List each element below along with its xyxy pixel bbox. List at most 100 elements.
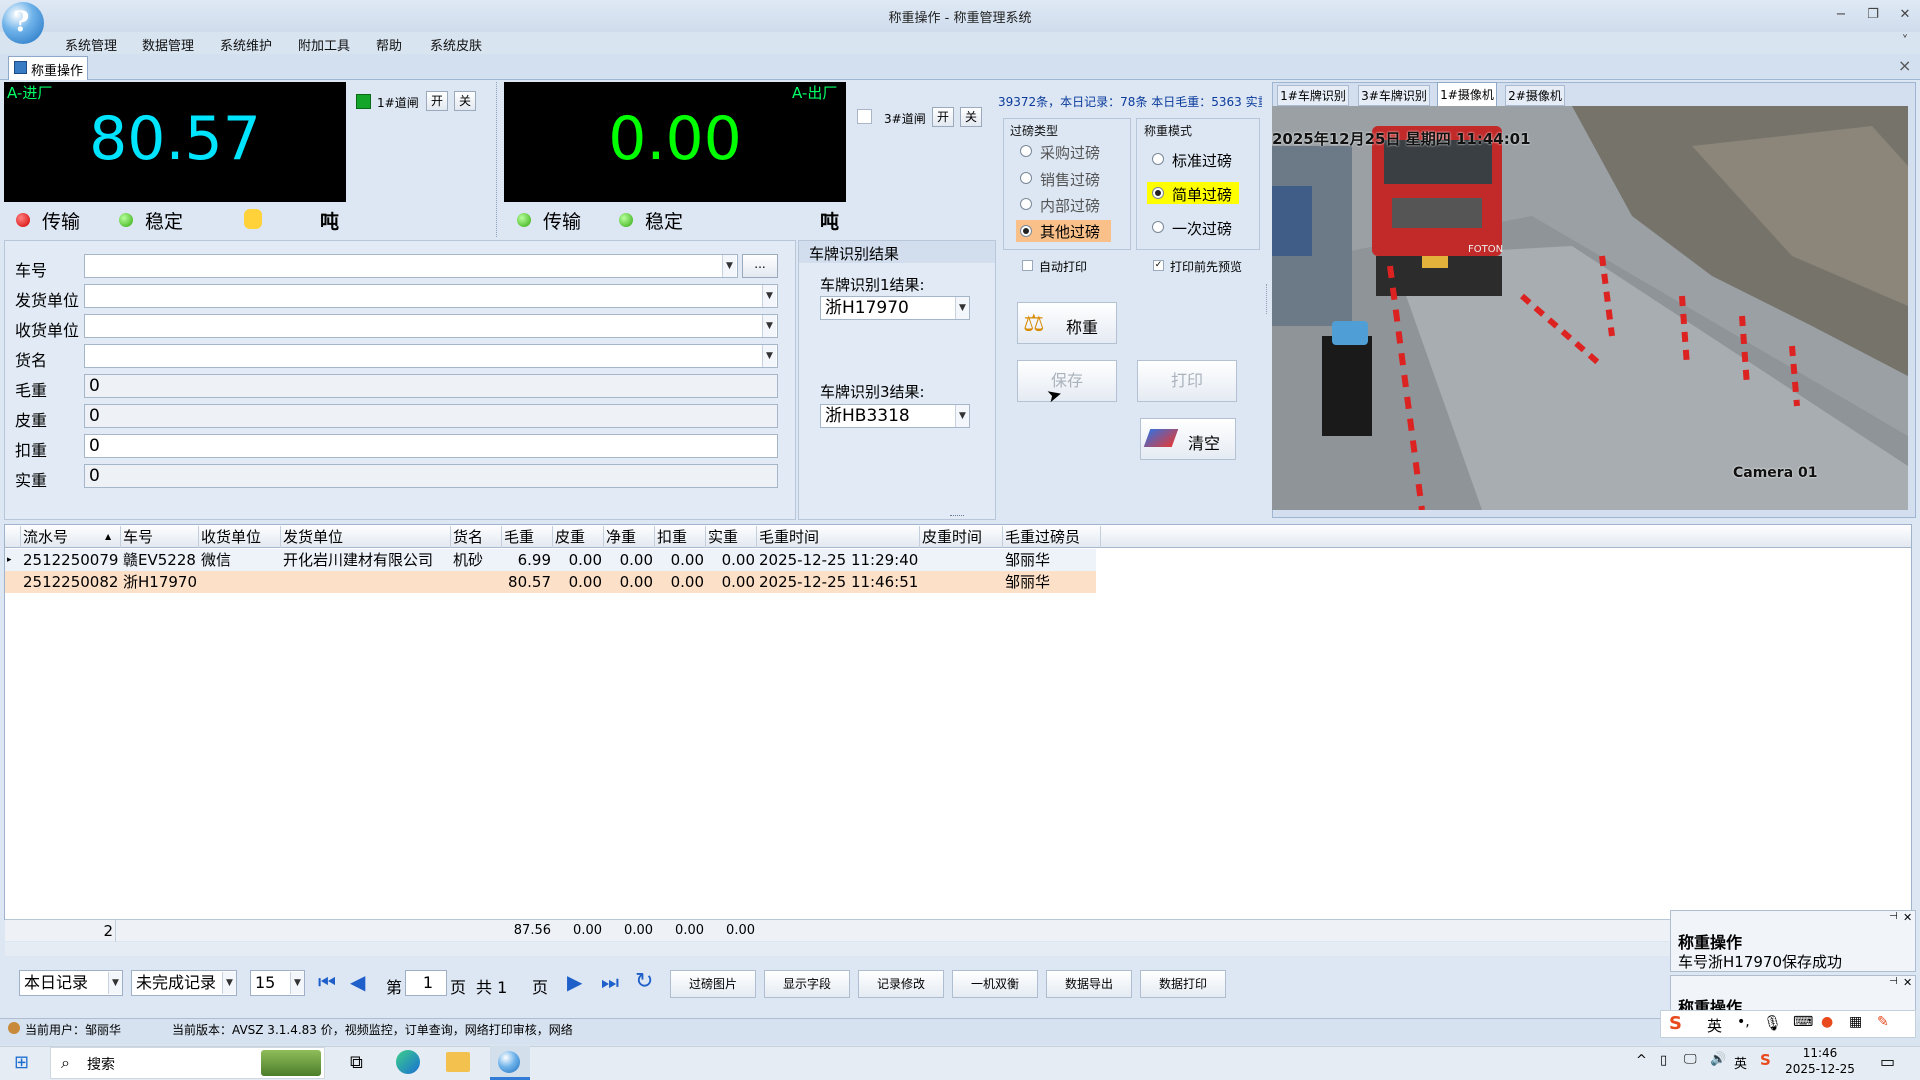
gate-3-open-button[interactable]: 开	[932, 107, 954, 127]
deduct-input[interactable]: 0	[84, 434, 778, 458]
table-row[interactable]: 2512250082 浙H17970 80.57 0.00 0.00 0.00 …	[5, 571, 1096, 593]
volume-icon[interactable]: 🔊	[1710, 1052, 1726, 1067]
splitter[interactable]	[1266, 284, 1268, 314]
prev-page-icon[interactable]: ◀	[350, 970, 365, 994]
option-standard[interactable]: 标准过磅	[1172, 150, 1232, 171]
windows-start-icon[interactable]: ⊞	[14, 1052, 29, 1073]
col-operator[interactable]: 毛重过磅员	[1003, 526, 1101, 548]
radio-single[interactable]	[1152, 221, 1164, 233]
plate-recog-1-dropdown-icon[interactable]: ▼	[955, 297, 969, 319]
receiver-dropdown-icon[interactable]: ▼	[762, 315, 776, 337]
pin-icon[interactable]: ⊣	[1889, 911, 1898, 922]
print-button[interactable]: 打印	[1137, 360, 1237, 402]
radio-simple[interactable]	[1152, 187, 1164, 199]
col-deduct[interactable]: 扣重	[655, 526, 706, 548]
notification-close-icon[interactable]: ✕	[1903, 976, 1912, 989]
auto-print-checkbox[interactable]	[1022, 260, 1033, 271]
ime-lang[interactable]: 英	[1707, 1015, 1722, 1036]
gross-input[interactable]: 0	[84, 374, 778, 398]
col-tare[interactable]: 皮重	[553, 526, 604, 548]
tab-plate-recog-3[interactable]: 3#车牌识别	[1358, 85, 1430, 106]
sender-input[interactable]	[84, 284, 778, 308]
col-sender[interactable]: 发货单位	[281, 526, 451, 548]
tray-time[interactable]: 11:46	[1785, 1046, 1855, 1060]
tray-date[interactable]: 2025-12-25	[1785, 1062, 1855, 1076]
taskbar-search-box[interactable]: ⌕ 搜索	[50, 1047, 325, 1079]
notification-toast[interactable]: ⊣ ✕ 称重操作	[1670, 975, 1916, 1011]
display-fields-button[interactable]: 显示字段	[764, 970, 850, 998]
restore-button[interactable]: ❐	[1862, 5, 1884, 25]
sogou-icon[interactable]: S	[1669, 1013, 1682, 1034]
tray-sogou-icon[interactable]: S	[1760, 1051, 1771, 1069]
plate-recog-1-input[interactable]: 浙H17970	[820, 296, 970, 320]
sender-dropdown-icon[interactable]: ▼	[762, 285, 776, 307]
page-size-dropdown-icon[interactable]: ▼	[290, 972, 304, 994]
tab-plate-recog-1[interactable]: 1#车牌识别	[1277, 85, 1349, 106]
notification-close-icon[interactable]: ✕	[1903, 911, 1912, 924]
tray-lang[interactable]: 英	[1734, 1053, 1747, 1072]
tray-expand-icon[interactable]: ^	[1636, 1053, 1647, 1068]
col-gross[interactable]: 毛重	[502, 526, 553, 548]
option-simple[interactable]: 简单过磅	[1172, 184, 1232, 205]
dual-scale-button[interactable]: 一机双衡	[952, 970, 1038, 998]
menu-help[interactable]: 帮助	[376, 35, 402, 54]
receiver-input[interactable]	[84, 314, 778, 338]
close-tab-button[interactable]: ×	[1898, 56, 1911, 75]
plate-recog-3-dropdown-icon[interactable]: ▼	[955, 405, 969, 427]
plate-dropdown-icon[interactable]: ▼	[722, 255, 736, 277]
gate-3-close-button[interactable]: 关	[960, 107, 982, 127]
preview-checkbox[interactable]: ✓	[1153, 260, 1164, 271]
col-actual[interactable]: 实重	[706, 526, 757, 548]
ime-menu-icon[interactable]: ✎	[1877, 1014, 1889, 1030]
menu-system-skin[interactable]: 系统皮肤	[430, 35, 482, 54]
toolbox-icon[interactable]: ▦	[1849, 1014, 1862, 1030]
col-gross-time[interactable]: 毛重时间	[757, 526, 920, 548]
first-page-icon[interactable]: ⏮	[318, 970, 336, 994]
table-row[interactable]: ▸ 2512250079 赣EV5228 微信 开化岩川建材有限公司 机砂 6.…	[5, 549, 1096, 571]
refresh-icon[interactable]: ↻	[635, 969, 653, 994]
radio-sales[interactable]	[1020, 172, 1032, 184]
plate-input[interactable]	[84, 254, 738, 278]
col-tare-time[interactable]: 皮重时间	[920, 526, 1003, 548]
menu-system-maintain[interactable]: 系统维护	[220, 35, 272, 54]
page-number-input[interactable]: 1	[405, 970, 447, 996]
option-internal[interactable]: 内部过磅	[1040, 195, 1100, 216]
splitter[interactable]	[950, 515, 964, 519]
gate-1-close-button[interactable]: 关	[454, 91, 476, 111]
edge-browser-icon[interactable]	[396, 1050, 420, 1074]
option-other[interactable]: 其他过磅	[1040, 221, 1100, 242]
tab-camera-1[interactable]: 1#摄像机	[1437, 82, 1497, 107]
radio-purchase[interactable]	[1020, 145, 1032, 157]
col-goods[interactable]: 货名	[451, 526, 502, 548]
photos-button[interactable]: 过磅图片	[670, 970, 756, 998]
last-page-icon[interactable]: ⏭	[601, 970, 619, 994]
date-range-dropdown-icon[interactable]: ▼	[108, 972, 122, 994]
network-icon[interactable]: 🖵	[1684, 1052, 1697, 1067]
radio-standard[interactable]	[1152, 153, 1164, 165]
task-view-icon[interactable]: ⧉	[350, 1052, 363, 1073]
horizontal-scrollbar[interactable]	[5, 942, 1911, 956]
save-button[interactable]: 保存	[1017, 360, 1117, 402]
clear-button[interactable]: 清空	[1140, 418, 1236, 460]
file-explorer-icon[interactable]	[446, 1052, 470, 1072]
option-single[interactable]: 一次过磅	[1172, 218, 1232, 239]
minimize-button[interactable]: −	[1830, 5, 1852, 25]
menu-system-manage[interactable]: 系统管理	[65, 35, 117, 54]
tare-input[interactable]: 0	[84, 404, 778, 428]
tray-device-icon[interactable]: ▯	[1660, 1053, 1667, 1068]
data-print-button[interactable]: 数据打印	[1140, 970, 1226, 998]
notification-center-icon[interactable]: ▭	[1880, 1052, 1895, 1071]
splitter[interactable]	[496, 82, 498, 237]
radio-internal[interactable]	[1020, 198, 1032, 210]
col-plate[interactable]: 车号	[121, 526, 199, 548]
ribbon-collapse-button[interactable]: ˅	[1894, 32, 1916, 52]
gate-1-open-button[interactable]: 开	[426, 91, 448, 111]
plate-more-button[interactable]: ...	[742, 254, 778, 278]
net-input[interactable]: 0	[84, 464, 778, 488]
microphone-icon[interactable]: 🎙	[1763, 1014, 1782, 1032]
tab-camera-2[interactable]: 2#摄像机	[1505, 85, 1565, 106]
notification-toast[interactable]: ⊣ ✕ 称重操作 车号浙H17970保存成功	[1670, 910, 1916, 972]
col-receiver[interactable]: 收货单位	[199, 526, 281, 548]
goods-dropdown-icon[interactable]: ▼	[762, 345, 776, 367]
goods-input[interactable]	[84, 344, 778, 368]
